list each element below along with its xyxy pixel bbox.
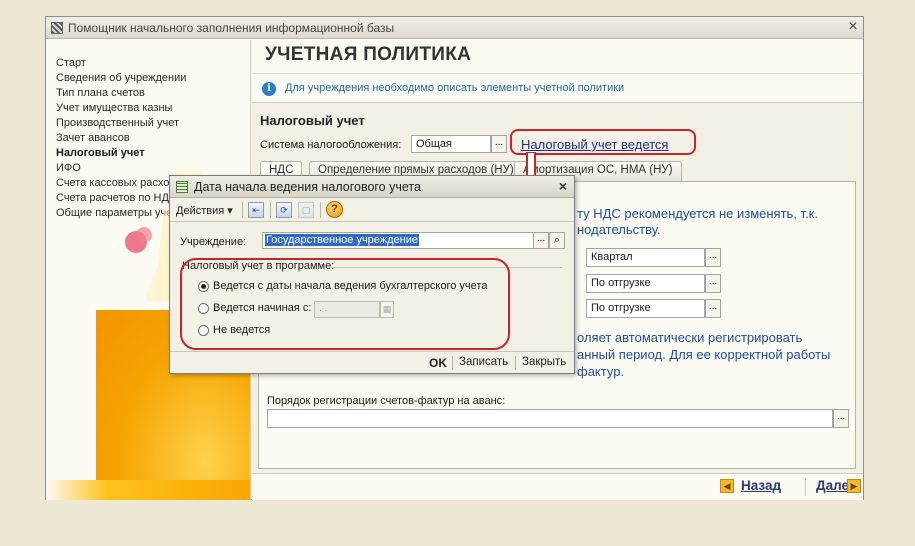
institution-label: Учреждение: <box>180 236 247 248</box>
advance-invoice-label: Порядок регистрации счетов-фактур на ава… <box>267 395 506 407</box>
window-title: Помощник начального заполнения информаци… <box>68 21 395 35</box>
page-title: УЧЕТНАЯ ПОЛИТИКА <box>265 44 472 65</box>
back-button[interactable]: Назад <box>741 478 781 496</box>
close-icon[interactable]: × <box>846 19 860 35</box>
invoice-note-line-3: фактур. <box>577 364 625 379</box>
ellipsis-icon[interactable]: ... <box>833 409 849 428</box>
sidebar-item-chart-type[interactable]: Тип плана счетов <box>56 87 145 99</box>
footer-divider <box>805 478 806 496</box>
tax-system-label: Система налогообложения: <box>260 139 402 151</box>
institution-value: Государственное учреждение <box>265 234 420 246</box>
dialog-titlebar: Дата начала ведения налогового учета × <box>170 176 574 198</box>
search-icon[interactable]: ⌕ <box>549 232 565 249</box>
decorative-strip <box>46 480 250 500</box>
ellipsis-icon[interactable]: ... <box>705 248 721 267</box>
ellipsis-icon[interactable]: ... <box>705 299 721 318</box>
sidebar-item-start[interactable]: Старт <box>56 57 86 69</box>
tax-accounting-link[interactable]: Налоговый учет ведется <box>521 137 668 152</box>
copy-icon[interactable]: ▢ <box>298 202 314 218</box>
sidebar-item-treasury[interactable]: Учет имущества казны <box>56 102 172 114</box>
toolbar-divider <box>320 202 321 218</box>
main-titlebar: Помощник начального заполнения информаци… <box>46 17 863 39</box>
command-divider <box>515 356 516 370</box>
vat-note-line-1: ту НДС рекомендуется не изменять, т.к. <box>577 206 818 221</box>
sidebar-item-institution[interactable]: Сведения об учреждении <box>56 72 186 84</box>
tax-start-dialog: Дата начала ведения налогового учета × Д… <box>169 175 575 374</box>
save-close-icon[interactable]: ⇤ <box>248 202 264 218</box>
arrow-left-icon[interactable]: ◀ <box>720 479 734 493</box>
invoice-note-line-1: оляет автоматически регистрировать <box>577 330 803 345</box>
invoice-note-line-2: анный период. Для ее корректной работы <box>577 347 831 362</box>
save-button[interactable]: Записать <box>459 356 508 368</box>
ellipsis-icon[interactable]: ... <box>705 274 721 293</box>
close-button[interactable]: Закрыть <box>522 356 566 368</box>
close-icon[interactable]: × <box>556 178 570 194</box>
vat-period-field[interactable]: Квартал <box>586 248 705 267</box>
dialog-footer: OK Записать Закрыть <box>170 351 574 373</box>
vat-moment-field[interactable]: По отгрузке <box>586 274 705 293</box>
tax-system-field[interactable]: Общая <box>411 135 491 153</box>
info-strip: i Для учреждения необходимо описать элем… <box>252 73 863 103</box>
advance-invoice-field[interactable] <box>267 409 833 428</box>
dialog-toolbar: Действия ▾ ⇤ ⟳ ▢ ? <box>170 198 574 222</box>
sidebar-item-production[interactable]: Производственный учет <box>56 117 179 129</box>
info-text: Для учреждения необходимо описать элемен… <box>285 82 625 94</box>
sidebar-item-advances[interactable]: Зачет авансов <box>56 132 130 144</box>
highlight-oval <box>180 258 510 350</box>
command-divider <box>452 356 453 370</box>
sidebar-item-ifo[interactable]: ИФО <box>56 162 81 174</box>
toolbar-divider <box>242 202 243 218</box>
refresh-icon[interactable]: ⟳ <box>276 202 292 218</box>
help-icon[interactable]: ? <box>326 201 343 218</box>
institution-field[interactable]: Государственное учреждение <box>262 232 534 249</box>
section-title: Налоговый учет <box>260 113 365 128</box>
vat-deduction-field[interactable]: По отгрузке <box>586 299 705 318</box>
actions-menu[interactable]: Действия ▾ <box>176 204 233 217</box>
dialog-title: Дата начала ведения налогового учета <box>194 180 421 194</box>
arrow-right-icon[interactable]: ▶ <box>847 479 861 493</box>
ellipsis-icon[interactable]: ... <box>491 135 507 153</box>
wizard-footer: ◀ Назад Далее ▶ <box>252 473 863 500</box>
app-icon <box>51 22 63 34</box>
toolbar-divider <box>270 202 271 218</box>
vat-note-line-2: нодательству. <box>577 222 661 237</box>
form-icon <box>176 181 188 193</box>
info-icon: i <box>262 82 276 96</box>
ok-button[interactable]: OK <box>429 356 447 370</box>
ellipsis-icon[interactable]: ... <box>533 232 549 249</box>
